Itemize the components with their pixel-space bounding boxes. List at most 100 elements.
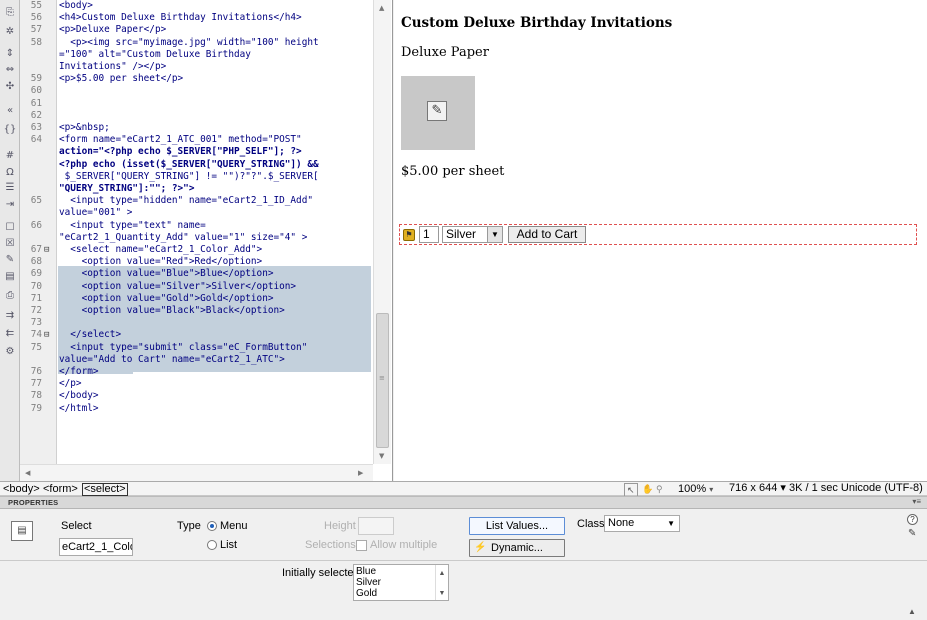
- wrap-tag-icon[interactable]: ✎: [3, 253, 17, 266]
- chevron-down-icon[interactable]: ▼: [487, 227, 502, 242]
- code-line[interactable]: Invitations" /></p>: [20, 61, 373, 73]
- allow-multiple-checkbox[interactable]: [356, 540, 367, 551]
- scroll-down-icon[interactable]: ▼: [436, 588, 448, 599]
- hidden-field-icon[interactable]: ⚑: [403, 229, 415, 241]
- collapse-full-tag-icon[interactable]: ⇕: [3, 47, 17, 60]
- code-line[interactable]: 70 <option value="Silver">Silver</option…: [20, 281, 373, 293]
- panel-menu-icon[interactable]: ▾≡: [912, 497, 921, 506]
- list-option[interactable]: Gold: [356, 588, 446, 599]
- list-option[interactable]: Blue: [356, 566, 446, 577]
- list-option[interactable]: Silver: [356, 577, 446, 588]
- code-line[interactable]: ="100" alt="Custom Deluxe Birthday: [20, 49, 373, 61]
- move-css-icon[interactable]: ⎙: [3, 289, 17, 302]
- code-line[interactable]: 73: [20, 317, 373, 329]
- hand-tool-icon[interactable]: ✋: [642, 483, 653, 496]
- initially-selected-list[interactable]: Blue Silver Gold ▲ ▼: [353, 564, 449, 601]
- design-view[interactable]: Custom Deluxe Birthday Invitations Delux…: [394, 0, 927, 481]
- code-text: <option value="Gold">Gold</option>: [59, 292, 274, 304]
- code-line[interactable]: 57 <p>Deluxe Paper</p>: [20, 24, 373, 36]
- tag-selector-select[interactable]: <select>: [82, 483, 128, 496]
- type-menu-radio[interactable]: [207, 521, 217, 531]
- code-line[interactable]: <?php echo (isset($_SERVER["QUERY_STRING…: [20, 159, 373, 171]
- code-line[interactable]: 72 <option value="Black">Black</option>: [20, 305, 373, 317]
- add-to-cart-button[interactable]: Add to Cart: [508, 226, 586, 243]
- scroll-up-icon[interactable]: ▲: [436, 568, 448, 579]
- highlight-invalid-code-icon[interactable]: Ω: [3, 166, 17, 179]
- select-parent-tag-icon[interactable]: «: [3, 104, 17, 117]
- quantity-input[interactable]: 1: [419, 226, 439, 243]
- collapse-selection-icon[interactable]: ⇔: [3, 63, 17, 76]
- expand-panel-icon[interactable]: ▲: [908, 607, 916, 616]
- apply-comment-icon[interactable]: ☐: [3, 221, 17, 234]
- zoom-tool-icon[interactable]: ⚲: [656, 483, 663, 496]
- code-horizontal-scrollbar[interactable]: ◀ ▶: [20, 464, 373, 481]
- code-line[interactable]: 79 </html>: [20, 403, 373, 415]
- quick-tag-editor-icon[interactable]: ✎: [908, 528, 916, 539]
- code-line[interactable]: 76 </form>: [20, 366, 373, 378]
- format-source-icon[interactable]: ⚙: [3, 345, 17, 358]
- cart-form-outline[interactable]: ⚑ 1 Silver ▼ Add to Cart: [399, 224, 917, 245]
- fold-toggle-icon[interactable]: ⊟: [44, 329, 54, 341]
- expand-all-icon[interactable]: ✣: [3, 80, 17, 93]
- code-line[interactable]: 62: [20, 110, 373, 122]
- select-name-field[interactable]: eCart2_1_Colo: [59, 538, 133, 556]
- code-line[interactable]: 60: [20, 85, 373, 97]
- dynamic-button[interactable]: ⚡ Dynamic...: [469, 539, 565, 557]
- code-line[interactable]: 63 <p>&nbsp;: [20, 122, 373, 134]
- scroll-left-icon[interactable]: ◀: [25, 469, 30, 477]
- code-line[interactable]: 71 <option value="Gold">Gold</option>: [20, 293, 373, 305]
- tag-selector-form[interactable]: <form>: [43, 483, 78, 496]
- scroll-down-icon[interactable]: ▼: [379, 452, 384, 460]
- line-number: 57: [30, 24, 42, 36]
- code-line[interactable]: 55 <body>: [20, 0, 373, 12]
- code-line[interactable]: 58 <p><img src="myimage.jpg" width="100"…: [20, 37, 373, 49]
- code-line[interactable]: 65 <input type="hidden" name="eCart2_1_I…: [20, 195, 373, 207]
- scroll-right-icon[interactable]: ▶: [358, 469, 363, 477]
- code-line[interactable]: 59 <p>$5.00 per sheet</p>: [20, 73, 373, 85]
- syntax-coloring-icon[interactable]: ☰: [3, 181, 17, 194]
- zoom-dropdown-icon[interactable]: ▾: [709, 485, 713, 494]
- code-line[interactable]: 77 </p>: [20, 378, 373, 390]
- code-line[interactable]: value="Add to Cart" name="eCart2_1_ATC">: [20, 354, 373, 366]
- indent-code-icon[interactable]: ⇉: [3, 309, 17, 322]
- class-select[interactable]: None ▼: [604, 515, 680, 532]
- code-line[interactable]: 69 <option value="Blue">Blue</option>: [20, 268, 373, 280]
- help-icon[interactable]: ?: [907, 514, 918, 525]
- code-line[interactable]: 75 <input type="submit" class="eC_FormBu…: [20, 342, 373, 354]
- code-line[interactable]: "eCart2_1_Quantity_Add" value="1" size="…: [20, 232, 373, 244]
- type-list-radio[interactable]: [207, 540, 217, 550]
- image-placeholder[interactable]: ✎: [401, 76, 475, 150]
- color-select[interactable]: Silver ▼: [442, 226, 503, 243]
- list-scrollbar[interactable]: ▲ ▼: [435, 565, 448, 600]
- recent-snippets-icon[interactable]: ▤: [3, 270, 17, 283]
- code-line[interactable]: 56 <h4>Custom Deluxe Birthday Invitations…: [20, 12, 373, 24]
- code-line[interactable]: value="001" >: [20, 207, 373, 219]
- zoom-level[interactable]: 100% ▾: [678, 483, 713, 496]
- code-line[interactable]: 74 ⊟ </select>: [20, 329, 373, 341]
- open-documents-icon[interactable]: ⎘: [3, 6, 17, 19]
- fold-toggle-icon[interactable]: ⊟: [44, 244, 54, 256]
- code-line[interactable]: 61: [20, 98, 373, 110]
- line-numbers-icon[interactable]: #: [3, 149, 17, 162]
- auto-indent-icon[interactable]: ⇥: [3, 198, 17, 211]
- balance-braces-icon[interactable]: {}: [3, 123, 17, 136]
- code-line[interactable]: 78 </body>: [20, 390, 373, 402]
- code-vertical-scrollbar[interactable]: ▲ ≡ ▼: [373, 0, 391, 464]
- code-line[interactable]: 64 <form name="eCart2_1_ATC_001" method="…: [20, 134, 373, 146]
- list-values-button[interactable]: List Values...: [469, 517, 565, 535]
- code-line[interactable]: "QUERY_STRING"]:""; ?>">: [20, 183, 373, 195]
- code-line[interactable]: action="<?php echo $_SERVER["PHP_SELF"];…: [20, 146, 373, 158]
- show-code-navigator-icon[interactable]: ✲: [3, 25, 17, 38]
- window-size-info[interactable]: 716 x 644 ▾ 3K / 1 sec Unicode (UTF-8): [729, 482, 923, 495]
- outdent-code-icon[interactable]: ⇇: [3, 327, 17, 340]
- tag-selector-body[interactable]: <body>: [3, 483, 40, 496]
- code-line[interactable]: 66 <input type="text" name=: [20, 220, 373, 232]
- chevron-down-icon[interactable]: ▼: [667, 516, 675, 531]
- code-view[interactable]: 55 <body> 56 <h4>Custom Deluxe Birthday Inv…: [20, 0, 393, 481]
- code-line[interactable]: 68 <option value="Red">Red</option>: [20, 256, 373, 268]
- remove-comment-icon[interactable]: ☒: [3, 237, 17, 250]
- scroll-up-icon[interactable]: ▲: [379, 4, 384, 12]
- code-line[interactable]: $_SERVER["QUERY_STRING"] != "")?"?".$_SE…: [20, 171, 373, 183]
- code-scroll-thumb[interactable]: ≡: [376, 313, 389, 448]
- code-line[interactable]: 67 ⊟ <select name="eCart2_1_Color_Add">: [20, 244, 373, 256]
